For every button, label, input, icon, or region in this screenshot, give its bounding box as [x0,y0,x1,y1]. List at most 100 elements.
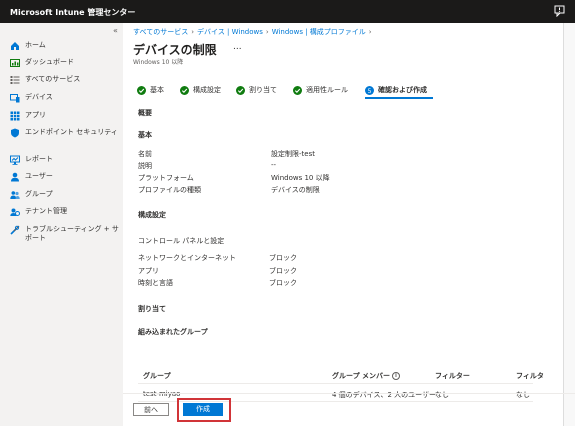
user-icon [10,172,20,182]
basics-heading: 基本 [138,131,152,139]
setting-value: ブロック [269,279,297,287]
step-label: 基本 [150,86,164,94]
field-label: プラットフォーム [138,174,194,182]
sidebar: « ホーム ダッシュボード すべてのサービス デバイス アプリ エンドポイント … [0,23,123,426]
step-configuration[interactable]: 構成設定 [180,85,221,95]
collapse-sidebar-icon[interactable]: « [113,26,118,35]
column-header-members: グループ メンバー i [332,371,401,381]
check-circle-icon [180,85,189,95]
field-label: 説明 [138,162,152,170]
config-heading: 構成設定 [138,211,166,219]
field-label: プロファイルの種類 [138,186,201,194]
info-icon[interactable]: i [392,372,401,380]
sidebar-item-groups[interactable]: グループ [10,190,121,204]
main-content: すべてのサービス › デバイス | Windows › Windows | 構成プロファ… [123,23,575,426]
sidebar-item-label: ダッシュボード [25,58,74,66]
sidebar-item-label: エンドポイント セキュリティ [25,128,118,136]
table-divider [138,383,533,384]
sidebar-item-home[interactable]: ホーム [10,41,121,55]
apps-icon [10,111,20,121]
table-cell-group: test-miyao [143,390,181,398]
step-basics[interactable]: 基本 [137,85,164,95]
troubleshoot-icon [10,225,20,235]
breadcrumb-link[interactable]: すべてのサービス [133,28,188,36]
sidebar-item-all-services[interactable]: すべてのサービス [10,75,121,89]
field-value: デバイスの制限 [271,186,320,194]
check-circle-icon [137,85,146,95]
setting-value: ブロック [269,267,297,275]
footer-divider [123,393,575,394]
devices-icon [10,93,20,103]
step-label: 割り当て [249,86,277,94]
assignments-heading: 割り当て [138,305,166,313]
field-value: -- [271,161,277,169]
field-value: 設定制限-test [271,150,315,158]
home-icon [10,41,20,51]
included-groups-heading: 組み込まれたグループ [138,328,208,336]
step-assignments[interactable]: 割り当て [236,85,277,95]
step-applicability-rules[interactable]: 適用性ルール [293,85,348,95]
groups-icon [10,190,20,200]
breadcrumb-separator-icon: › [191,28,195,36]
dashboard-icon [10,58,20,68]
tenant-icon [10,207,20,217]
config-subheading: コントロール パネルと設定 [138,237,225,245]
sidebar-item-devices[interactable]: デバイス [10,93,121,107]
setting-label: 時刻と言語 [138,279,173,287]
table-cell-filter-mode: なし [516,391,530,399]
top-bar: Microsoft Intune 管理センター [0,0,575,23]
page-title: デバイスの制限 [133,43,217,57]
sidebar-item-label: すべてのサービス [25,75,81,83]
column-header-group: グループ [143,372,171,380]
table-cell-filter: なし [435,391,449,399]
previous-button[interactable]: 前へ [133,403,169,416]
step-label: 適用性ルール [306,86,348,94]
active-step-indicator [365,97,433,99]
sidebar-item-reports[interactable]: レポート [10,155,121,169]
breadcrumb: すべてのサービス › デバイス | Windows › Windows | 構成プロファ… [133,27,375,37]
setting-label: ネットワークとインターネット [138,254,236,262]
sidebar-item-label: グループ [25,190,53,198]
breadcrumb-link[interactable]: デバイス | Windows [197,28,263,36]
shield-icon [10,128,20,138]
vertical-scrollbar[interactable] [563,23,575,426]
sidebar-item-label: テナント管理 [25,207,67,215]
step-label: 確認および作成 [378,86,427,94]
step-label: 構成設定 [193,86,221,94]
check-circle-icon [236,85,245,95]
more-options-button[interactable]: ... [233,42,242,52]
reports-icon [10,155,20,165]
field-value: Windows 10 以降 [271,174,330,182]
page-subtitle: Windows 10 以降 [133,59,184,66]
table-cell-members: 4 個のデバイス、2 人のユーザー [332,391,437,399]
step-review-create[interactable]: 5 確認および作成 [365,85,427,95]
breadcrumb-separator-icon: › [368,28,372,36]
check-circle-icon [293,85,302,95]
sidebar-item-label: トラブルシューティング + サポート [25,225,119,242]
setting-label: アプリ [138,267,159,275]
column-header-filter-mode: フィルタ [516,372,544,380]
sidebar-item-label: アプリ [25,111,46,119]
setting-value: ブロック [269,254,297,262]
step-number-icon: 5 [365,85,374,95]
field-label: 名前 [138,150,152,158]
sidebar-item-label: レポート [25,155,53,163]
svg-text:5: 5 [368,88,372,95]
sidebar-item-endpoint-security[interactable]: エンドポイント セキュリティ [10,128,121,142]
overview-heading: 概要 [138,109,152,117]
sidebar-item-label: デバイス [25,93,53,101]
feedback-icon[interactable] [554,5,565,18]
list-icon [10,75,20,85]
sidebar-item-label: ホーム [25,41,46,49]
sidebar-item-dashboard[interactable]: ダッシュボード [10,58,121,72]
sidebar-item-apps[interactable]: アプリ [10,111,121,125]
sidebar-item-tenant-admin[interactable]: テナント管理 [10,207,121,221]
breadcrumb-link[interactable]: Windows | 構成プロファイル [272,28,366,36]
app-title: Microsoft Intune 管理センター [10,8,136,17]
create-button[interactable]: 作成 [183,403,223,416]
column-header-filter: フィルター [435,372,470,380]
breadcrumb-separator-icon: › [265,28,269,36]
sidebar-item-label: ユーザー [25,172,53,180]
sidebar-item-users[interactable]: ユーザー [10,172,121,186]
sidebar-item-troubleshooting[interactable]: トラブルシューティング + サポート [10,225,121,242]
